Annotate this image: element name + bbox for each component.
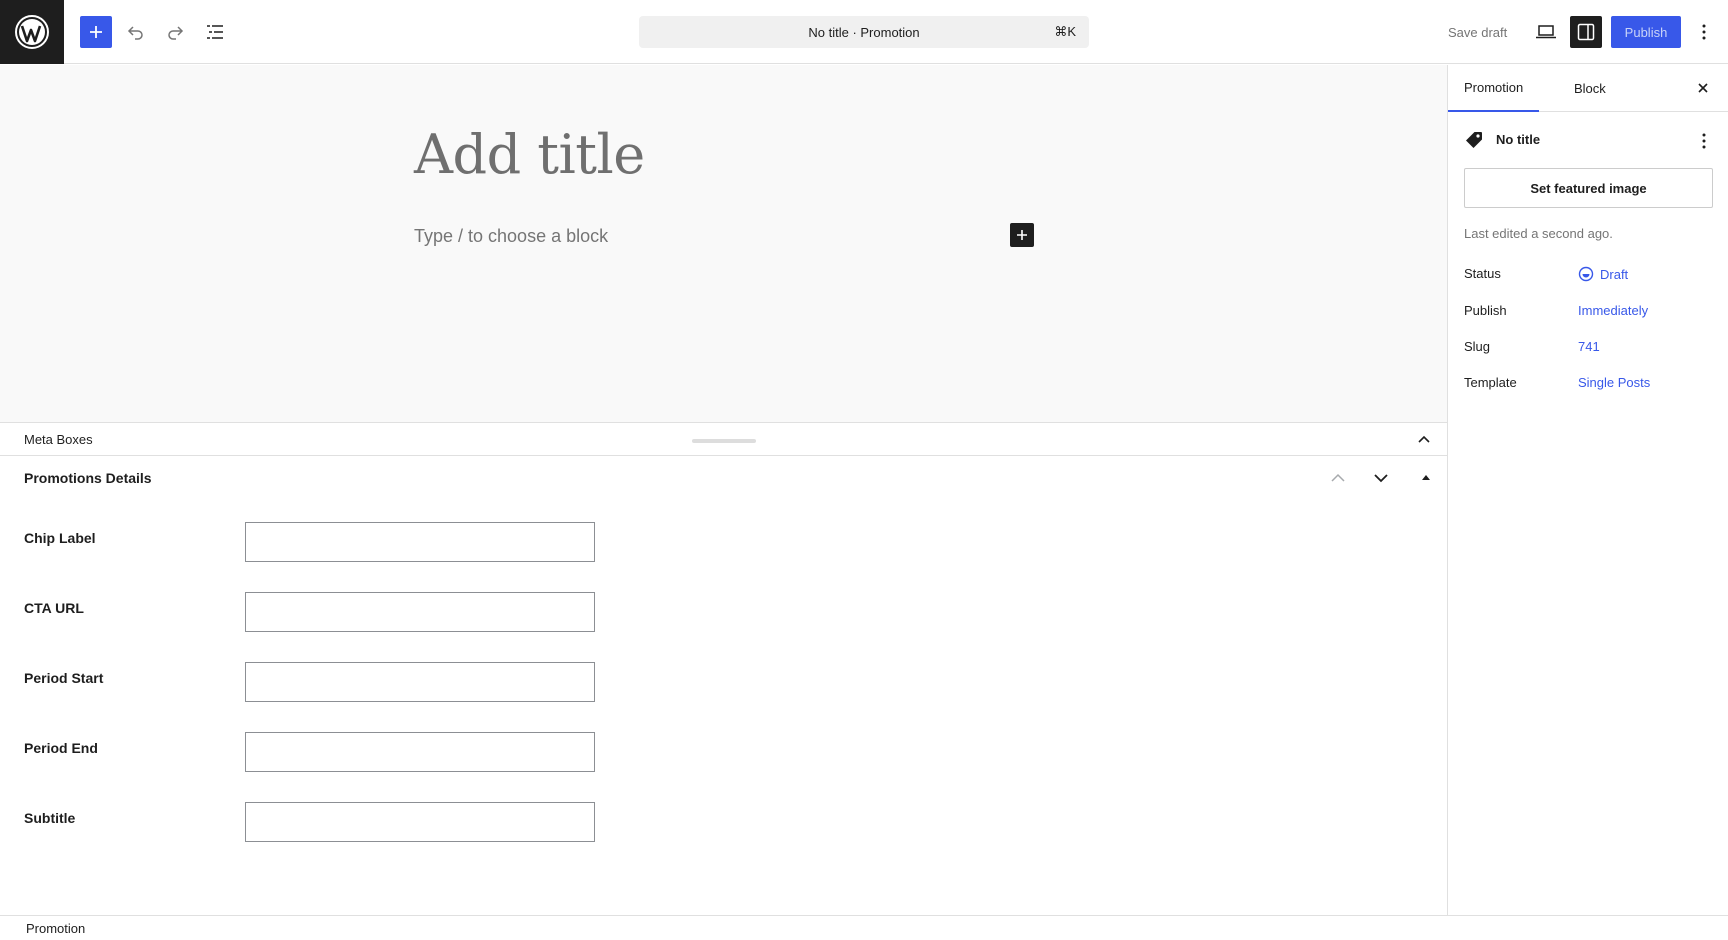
period-start-label: Period Start (24, 670, 104, 686)
redo-button[interactable] (159, 16, 191, 48)
undo-button[interactable] (120, 16, 152, 48)
preview-button[interactable] (1530, 16, 1562, 48)
post-card: No title (1464, 129, 1714, 153)
move-up-button[interactable] (1328, 468, 1348, 488)
publish-row: Publish Immediately (1464, 301, 1714, 321)
save-draft-button[interactable]: Save draft (1440, 16, 1515, 48)
chevron-up-icon (1331, 473, 1345, 482)
editor-canvas: Add title Type / to choose a block (0, 65, 1447, 422)
chevron-up-icon (1418, 435, 1430, 443)
chevron-down-icon (1374, 474, 1388, 483)
settings-sidebar: Promotion Block No title Set featured im… (1447, 65, 1728, 915)
chip-label-input[interactable] (245, 522, 595, 562)
vertical-ellipsis-icon (1702, 24, 1706, 40)
set-featured-image-button[interactable]: Set featured image (1464, 168, 1713, 208)
close-icon (1698, 83, 1708, 93)
publish-date-button[interactable]: Immediately (1578, 303, 1648, 318)
publish-button[interactable]: Publish (1611, 16, 1681, 48)
breadcrumb[interactable]: Promotion (26, 921, 85, 936)
move-down-button[interactable] (1371, 468, 1391, 488)
field-row-subtitle: Subtitle (0, 802, 700, 842)
template-row: Template Single Posts (1464, 373, 1714, 393)
chip-label-label: Chip Label (24, 530, 96, 546)
cta-url-label: CTA URL (24, 600, 84, 616)
promotions-details-title: Promotions Details (24, 470, 152, 486)
block-inserter-button[interactable] (80, 16, 112, 48)
tab-block[interactable]: Block (1558, 65, 1622, 112)
plus-icon (1017, 230, 1027, 240)
status-label: Status (1464, 266, 1501, 281)
settings-toggle-button[interactable] (1570, 16, 1602, 48)
editor-footer: Promotion (0, 915, 1728, 940)
editor-header: No title · Promotion ⌘K Save draft Publi… (0, 0, 1728, 64)
vertical-ellipsis-icon (1702, 133, 1706, 149)
sidebar-tabs: Promotion Block (1448, 65, 1728, 112)
command-shortcut: ⌘K (1054, 24, 1076, 39)
field-row-chip-label: Chip Label (0, 522, 700, 562)
plus-icon (90, 26, 102, 38)
options-menu-button[interactable] (1688, 16, 1720, 48)
status-value-button[interactable]: Draft (1578, 266, 1628, 282)
wordpress-logo-icon[interactable] (0, 0, 64, 64)
list-view-icon (207, 25, 223, 39)
meta-boxes-toggle-button[interactable] (1415, 431, 1433, 449)
slug-button[interactable]: 741 (1578, 339, 1600, 354)
command-post-type: Promotion (860, 24, 920, 40)
period-start-input[interactable] (245, 662, 595, 702)
command-title: No title · Promotion (808, 25, 919, 40)
status-value: Draft (1600, 266, 1629, 282)
meta-boxes-resize-handle[interactable] (692, 439, 756, 443)
field-row-period-start: Period Start (0, 662, 700, 702)
document-overview-button[interactable] (199, 16, 231, 48)
post-actions-button[interactable] (1694, 131, 1714, 151)
slug-label: Slug (1464, 339, 1491, 354)
last-edited-text: Last edited a second ago. (1464, 226, 1613, 241)
command-palette-button[interactable]: No title · Promotion ⌘K (639, 16, 1089, 48)
command-separator: · (848, 24, 861, 40)
draft-status-icon (1578, 266, 1594, 282)
undo-icon (127, 26, 143, 40)
period-end-label: Period End (24, 740, 98, 756)
tab-promotion[interactable]: Promotion (1448, 65, 1540, 112)
block-editor: No title · Promotion ⌘K Save draft Publi… (0, 0, 1728, 940)
publish-label: Publish (1464, 303, 1507, 318)
field-row-cta-url: CTA URL (0, 592, 700, 632)
meta-boxes-label: Meta Boxes (24, 432, 93, 447)
field-row-period-end: Period End (0, 732, 700, 772)
laptop-icon (1536, 25, 1556, 39)
command-post-title: No title (808, 24, 849, 40)
redo-icon (168, 26, 184, 40)
meta-boxes-header[interactable]: Meta Boxes (0, 422, 1447, 456)
template-button[interactable]: Single Posts (1578, 375, 1650, 390)
post-card-title: No title (1496, 132, 1541, 147)
cta-url-input[interactable] (245, 592, 595, 632)
panel-toggle-button[interactable] (1416, 468, 1436, 488)
inline-block-inserter-button[interactable] (1010, 223, 1034, 247)
template-label: Template (1464, 375, 1517, 390)
post-title-input[interactable]: Add title (414, 123, 645, 186)
subtitle-input[interactable] (245, 802, 595, 842)
subtitle-label: Subtitle (24, 810, 76, 826)
period-end-input[interactable] (245, 732, 595, 772)
triangle-up-icon (1422, 475, 1430, 480)
close-sidebar-button[interactable] (1693, 78, 1713, 98)
tag-icon (1466, 132, 1482, 148)
status-row: Status Draft (1464, 264, 1714, 284)
sidebar-icon (1577, 23, 1595, 41)
default-block-appender[interactable]: Type / to choose a block (414, 226, 608, 247)
slug-row: Slug 741 (1464, 337, 1714, 357)
meta-boxes-area: Promotions Details Chip Label CTA URL Pe… (0, 456, 1447, 915)
